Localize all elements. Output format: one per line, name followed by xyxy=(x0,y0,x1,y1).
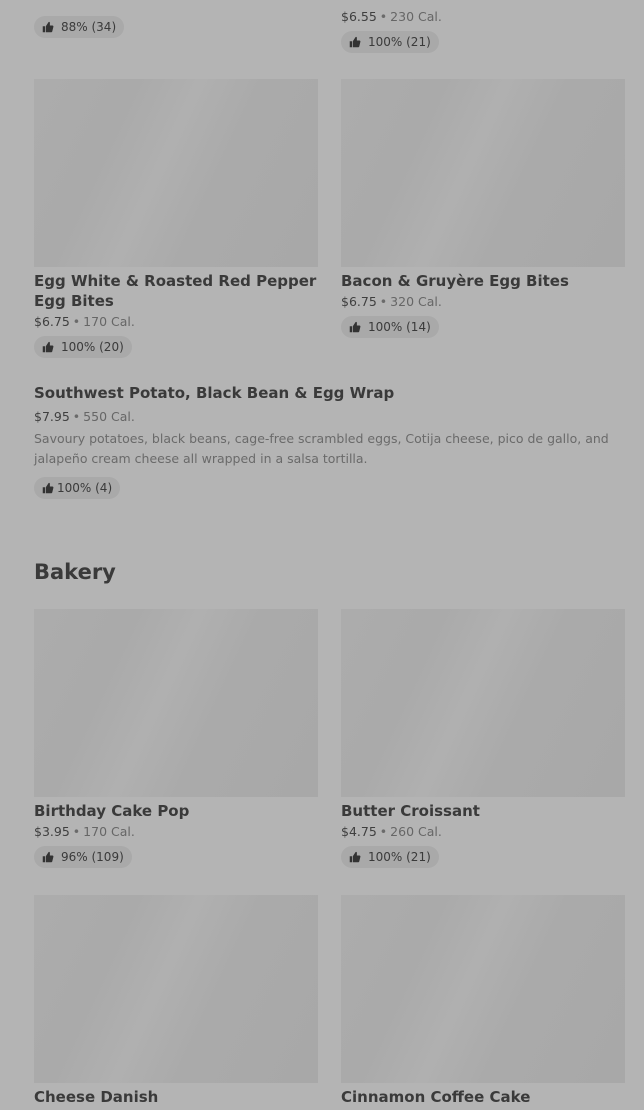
menu-item-card[interactable]: Birthday Cake Pop $3.95 • 170 Cal. 96% (10… xyxy=(34,609,318,868)
item-price: $7.95 xyxy=(34,409,70,424)
item-meta: $7.95 • 550 Cal. xyxy=(34,409,135,424)
item-description: Savoury potatoes, black beans, cage-free… xyxy=(34,431,609,466)
thumbs-up-icon xyxy=(349,851,361,863)
section-title-bakery: Bakery xyxy=(34,560,116,584)
thumbs-up-icon xyxy=(42,482,54,494)
item-name: Cinnamon Coffee Cake xyxy=(341,1088,531,1106)
item-name: Cheese Danish xyxy=(34,1088,159,1106)
item-calories: 260 Cal. xyxy=(390,824,442,839)
thumbs-up-icon xyxy=(349,36,361,48)
menu-item-card[interactable]: Cheese Danish xyxy=(34,895,318,1107)
item-name: Birthday Cake Pop xyxy=(34,802,190,820)
rating-text: 100% (20) xyxy=(61,340,124,354)
item-image xyxy=(34,79,318,267)
item-name: Butter Croissant xyxy=(341,802,480,820)
menu-item-card-partial-right[interactable]: $6.55 • 230 Cal. 100% (21) xyxy=(341,6,625,53)
menu-item-card[interactable]: Bacon & Gruyère Egg Bites $6.75 • 320 Cal.… xyxy=(341,79,625,338)
rating-text: 100% (21) xyxy=(368,35,431,49)
item-price: $6.75 xyxy=(341,294,377,309)
item-calories: 230 Cal. xyxy=(390,9,442,24)
item-calories: 320 Cal. xyxy=(390,294,442,309)
rating-pill: 100% (4) xyxy=(34,477,121,499)
menu-page: 88% (34) $6.55 • 230 Cal. 100% (21) Egg Wh… xyxy=(0,0,644,1110)
item-image xyxy=(341,895,625,1083)
item-calories: 170 Cal. xyxy=(83,314,135,329)
thumbs-up-icon xyxy=(42,21,54,33)
item-price: $4.75 xyxy=(341,824,377,839)
item-image xyxy=(34,609,318,797)
rating-pill: 88% (34) xyxy=(34,16,125,38)
menu-item-wide[interactable]: Southwest Potato, Black Bean & Egg Wrap … xyxy=(34,383,614,499)
menu-item-card[interactable]: Butter Croissant $4.75 • 260 Cal. 100% (21… xyxy=(341,609,625,868)
item-calories: 550 Cal. xyxy=(83,409,135,424)
rating-text: 100% (14) xyxy=(368,320,431,334)
item-image xyxy=(341,609,625,797)
item-price: $6.55 xyxy=(341,9,377,24)
item-price: $3.95 xyxy=(34,824,70,839)
rating-pill: 100% (20) xyxy=(34,336,132,358)
thumbs-up-icon xyxy=(42,341,54,353)
rating-pill: 100% (14) xyxy=(341,316,439,338)
item-price: $6.75 xyxy=(34,314,70,329)
item-image xyxy=(34,895,318,1083)
item-meta: $6.75 • 320 Cal. xyxy=(341,294,442,309)
item-meta: $6.75 • 170 Cal. xyxy=(34,314,135,329)
item-meta: $6.55 • 230 Cal. xyxy=(341,9,442,24)
menu-item-card[interactable]: Cinnamon Coffee Cake xyxy=(341,895,625,1107)
rating-pill: 100% (21) xyxy=(341,31,439,53)
rating-text: 100% (21) xyxy=(368,850,431,864)
item-calories: 170 Cal. xyxy=(83,824,135,839)
menu-item-card-partial-left[interactable]: 88% (34) xyxy=(34,11,318,38)
item-image xyxy=(341,79,625,267)
rating-text: 100% (4) xyxy=(57,481,113,495)
rating-text: 96% (109) xyxy=(61,850,124,864)
item-name: Egg White & Roasted Red Pepper Egg Bites xyxy=(34,272,317,310)
rating-text: 88% (34) xyxy=(61,20,117,34)
item-meta: $3.95 • 170 Cal. xyxy=(34,824,135,839)
item-name: Bacon & Gruyère Egg Bites xyxy=(341,272,569,290)
rating-pill: 100% (21) xyxy=(341,846,439,868)
menu-item-card[interactable]: Egg White & Roasted Red Pepper Egg Bites… xyxy=(34,79,318,358)
item-name: Southwest Potato, Black Bean & Egg Wrap xyxy=(34,384,395,402)
thumbs-up-icon xyxy=(42,851,54,863)
rating-pill: 96% (109) xyxy=(34,846,132,868)
thumbs-up-icon xyxy=(349,321,361,333)
item-meta: $4.75 • 260 Cal. xyxy=(341,824,442,839)
